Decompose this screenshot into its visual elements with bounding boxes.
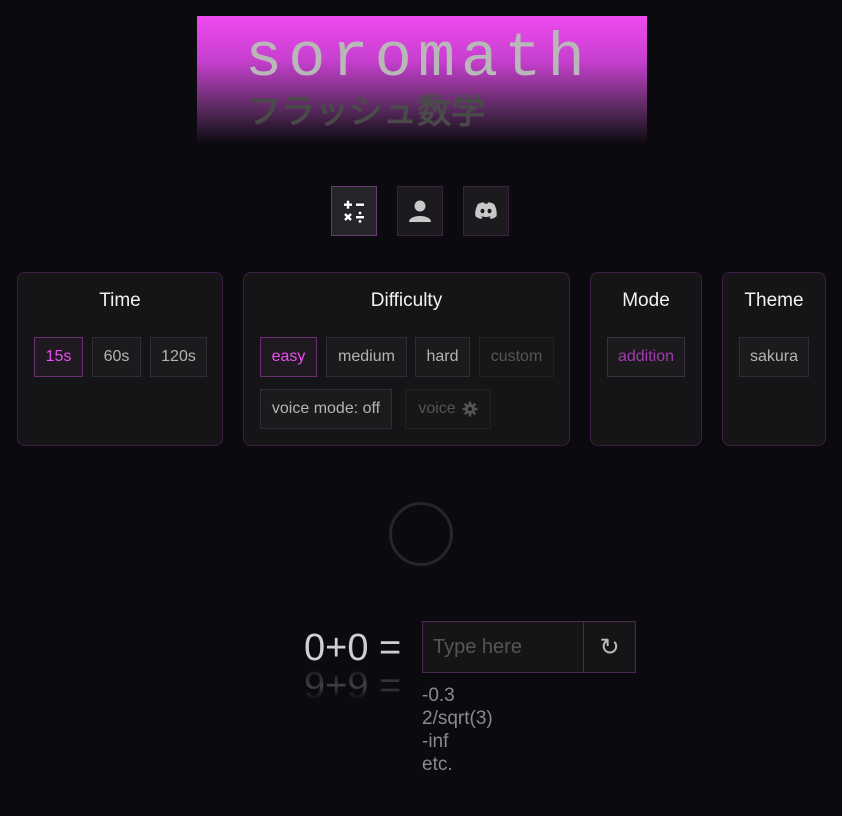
refresh-icon: ↻ [599,633,620,661]
time-panel: Time 15s 60s 120s [17,272,223,446]
mode-panel: Mode addition [590,272,702,446]
discord-icon [475,202,497,219]
difficulty-title: Difficulty [370,290,443,311]
theme-panel: Theme sakura [722,272,826,446]
reset-button[interactable]: ↻ [583,621,636,673]
top-nav [331,186,509,236]
voice-label: voice [418,400,456,417]
difficulty-panel: Difficulty easy medium hard custom voice… [243,272,570,446]
answer-format-hints: -0.3 2/sqrt(3) -inf etc. [422,684,493,776]
mode-title: Mode [622,290,670,311]
calculator-icon [344,200,364,223]
time-option-15s[interactable]: 15s [34,337,83,377]
hint-item: -0.3 [422,685,455,706]
difficulty-option-hard[interactable]: hard [415,337,470,377]
time-option-60s[interactable]: 60s [92,337,141,377]
answer-input[interactable] [422,621,584,673]
voice-mode-toggle[interactable]: voice mode: off [260,389,392,429]
profile-button[interactable] [397,186,443,236]
hint-item: etc. [422,754,453,775]
timer-ring [389,502,453,566]
user-icon [409,200,431,222]
theme-option-sakura[interactable]: sakura [739,337,809,377]
logo-title: soromath [245,23,591,94]
gear-icon [462,401,478,417]
theme-title: Theme [744,290,804,311]
discord-button[interactable] [463,186,509,236]
time-option-120s[interactable]: 120s [150,337,207,377]
hint-item: -inf [422,731,449,752]
difficulty-option-easy[interactable]: easy [260,337,317,377]
next-problem-preview: 9+9 = [304,665,402,700]
difficulty-option-medium[interactable]: medium [326,337,407,377]
voice-settings-button[interactable]: voice [405,389,491,429]
logo-subtitle: フラッシュ数学 [247,92,485,132]
mode-option-addition[interactable]: addition [607,337,685,377]
difficulty-option-custom[interactable]: custom [479,337,554,377]
calculator-button[interactable] [331,186,377,236]
logo-banner: soromath フラッシュ数学 [197,16,647,144]
hint-item: 2/sqrt(3) [422,708,493,729]
time-title: Time [99,290,141,311]
